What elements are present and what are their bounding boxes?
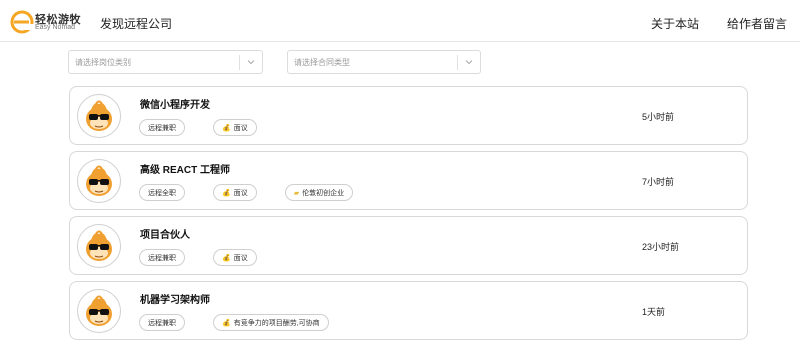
folder-icon: ▰ bbox=[293, 189, 300, 197]
job-category-placeholder: 请选择岗位类别 bbox=[75, 58, 131, 67]
job-tags: 远程全职 💰 面议 ▰ 伦敦初创企业 bbox=[139, 184, 381, 201]
money-bag-icon: 💰 bbox=[222, 189, 231, 197]
job-tag: 💰 面议 bbox=[213, 249, 257, 266]
job-title[interactable]: 微信小程序开发 bbox=[140, 96, 210, 111]
job-tag-label: 有竞争力的项目酬劳,可协商 bbox=[233, 319, 320, 327]
job-tag-label: 远程兼职 bbox=[148, 124, 176, 132]
top-header: 轻松游牧 Easy Nomad 发现远程公司 关于本站 给作者留言 bbox=[0, 0, 800, 42]
select-divider bbox=[239, 55, 240, 70]
chevron-down-icon bbox=[465, 60, 473, 65]
company-avatar bbox=[77, 289, 121, 333]
job-tag: 💰 面议 bbox=[213, 184, 257, 201]
contract-type-select[interactable]: 请选择合同类型 bbox=[287, 50, 481, 74]
job-tag: 💰 有竞争力的项目酬劳,可协商 bbox=[213, 314, 329, 331]
nav-about-site[interactable]: 关于本站 bbox=[651, 15, 699, 32]
site-logo[interactable]: 轻松游牧 Easy Nomad bbox=[10, 9, 81, 35]
job-tag: 远程兼职 bbox=[139, 314, 185, 331]
job-tag-label: 面议 bbox=[233, 189, 248, 197]
nav-discover-remote-companies[interactable]: 发现远程公司 bbox=[100, 15, 172, 32]
job-tag: 远程兼职 bbox=[139, 249, 185, 266]
money-bag-icon: 💰 bbox=[222, 254, 231, 262]
chevron-down-icon bbox=[247, 60, 255, 65]
job-title[interactable]: 高级 REACT 工程师 bbox=[140, 161, 230, 176]
logo-e-icon bbox=[10, 10, 34, 34]
job-tags: 远程兼职 💰 有竞争力的项目酬劳,可协商 bbox=[139, 314, 357, 331]
nav-leave-message[interactable]: 给作者留言 bbox=[727, 15, 787, 32]
money-bag-icon: 💰 bbox=[222, 124, 231, 132]
job-tag-label: 远程兼职 bbox=[148, 319, 176, 327]
company-avatar bbox=[77, 94, 121, 138]
job-tag: 💰 面议 bbox=[213, 119, 257, 136]
job-category-select[interactable]: 请选择岗位类别 bbox=[68, 50, 263, 74]
job-tags: 远程兼职 💰 面议 bbox=[139, 119, 285, 136]
job-card[interactable]: 项目合伙人 远程兼职 💰 面议 23小时前 bbox=[69, 216, 748, 275]
company-avatar bbox=[77, 224, 121, 268]
job-title[interactable]: 机器学习架构师 bbox=[140, 291, 210, 306]
job-tag-label: 伦敦初创企业 bbox=[302, 189, 345, 197]
job-card[interactable]: 微信小程序开发 远程兼职 💰 面议 5小时前 bbox=[69, 86, 748, 145]
job-tag: ▰ 伦敦初创企业 bbox=[284, 184, 354, 201]
job-card[interactable]: 机器学习架构师 远程兼职 💰 有竞争力的项目酬劳,可协商 1天前 bbox=[69, 281, 748, 340]
contract-type-placeholder: 请选择合同类型 bbox=[294, 58, 350, 67]
company-avatar bbox=[77, 159, 121, 203]
job-tag: 远程兼职 bbox=[139, 119, 185, 136]
job-tag: 远程全职 bbox=[139, 184, 185, 201]
logo-text-en: Easy Nomad bbox=[35, 24, 76, 31]
posted-time: 5小时前 bbox=[642, 112, 675, 122]
select-divider bbox=[457, 55, 458, 70]
job-tag-label: 远程全职 bbox=[148, 189, 176, 197]
money-bag-icon: 💰 bbox=[222, 319, 231, 327]
job-tag-label: 远程兼职 bbox=[148, 254, 176, 262]
posted-time: 1天前 bbox=[642, 307, 666, 317]
job-card[interactable]: 高级 REACT 工程师 远程全职 💰 面议 ▰ 伦敦初创企业 7小时前 bbox=[69, 151, 748, 210]
job-tag-label: 面议 bbox=[233, 124, 248, 132]
posted-time: 23小时前 bbox=[642, 242, 680, 252]
job-tags: 远程兼职 💰 面议 bbox=[139, 249, 285, 266]
job-tag-label: 面议 bbox=[233, 254, 248, 262]
job-title[interactable]: 项目合伙人 bbox=[140, 226, 190, 241]
posted-time: 7小时前 bbox=[642, 177, 675, 187]
